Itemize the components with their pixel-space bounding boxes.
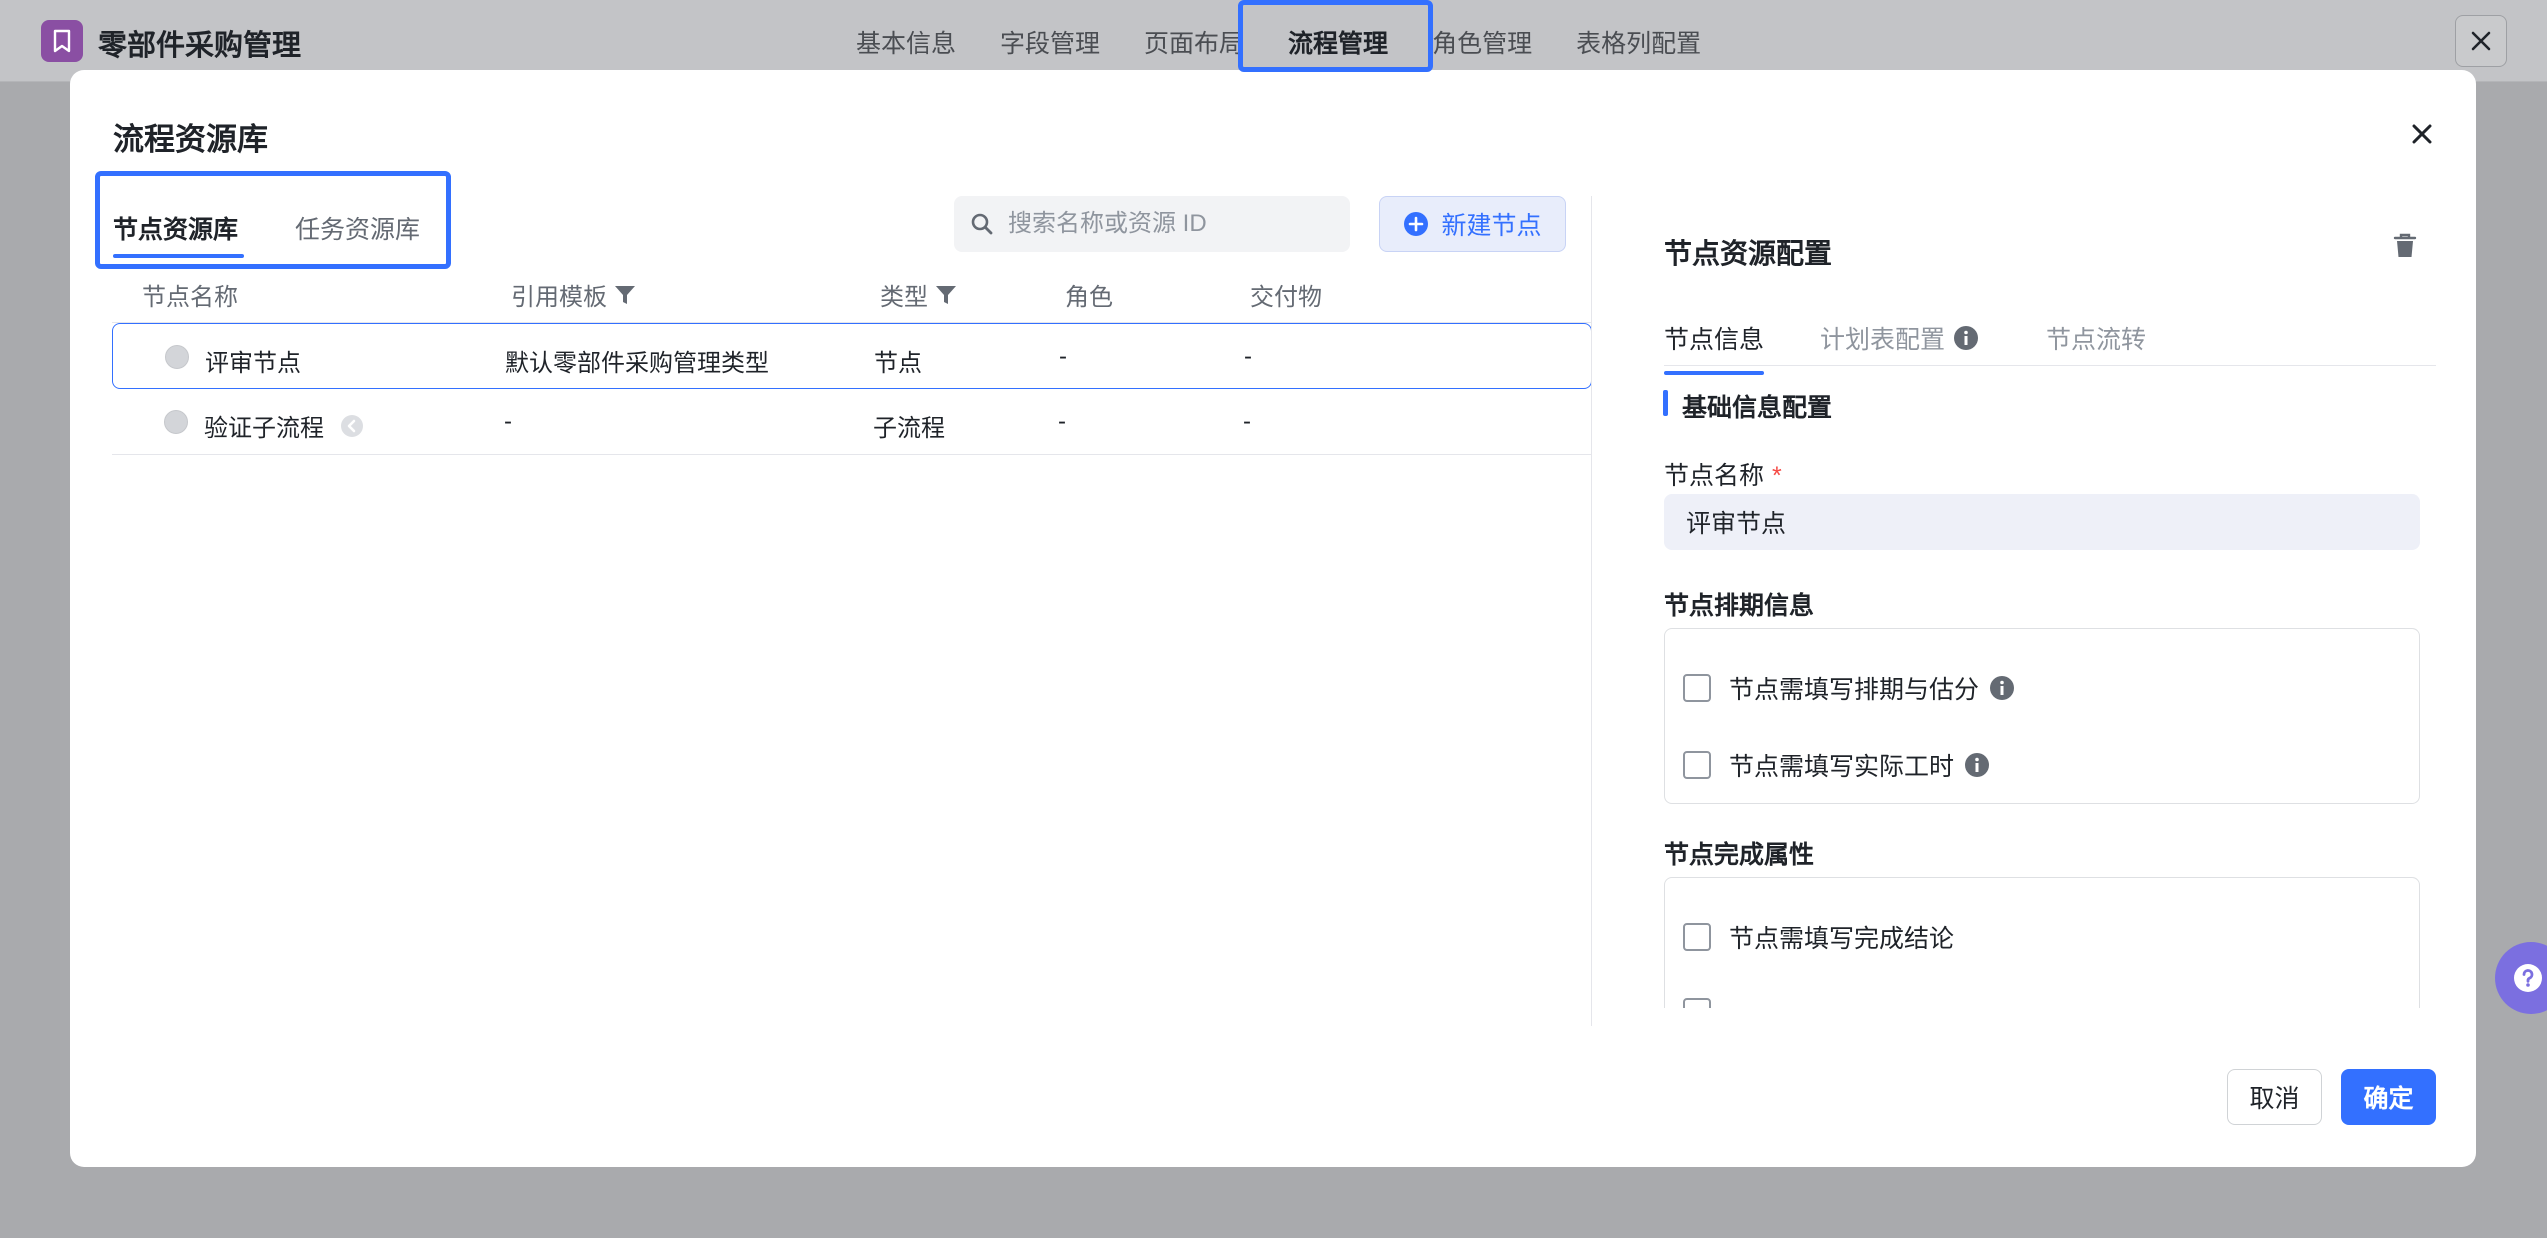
bookmark-icon: [53, 29, 71, 53]
cancel-button[interactable]: 取消: [2227, 1069, 2322, 1125]
modal-close-button[interactable]: [2404, 116, 2440, 152]
nav-basic-info[interactable]: 基本信息: [856, 24, 956, 60]
nav-field-management[interactable]: 字段管理: [1000, 24, 1100, 60]
modal-title: 流程资源库: [113, 122, 268, 157]
column-header-deliverable: 交付物: [1250, 284, 1322, 311]
info-icon: [1954, 326, 1979, 350]
panel-title: 节点资源配置: [1664, 238, 1833, 269]
panel-divider: [1591, 196, 1592, 1026]
search-field: [954, 196, 1350, 252]
column-header-template: 引用模板: [511, 277, 637, 312]
option-completion-conclusion[interactable]: 节点需填写完成结论: [1683, 919, 1954, 955]
delete-button[interactable]: [2392, 232, 2418, 265]
complete-group-title: 节点完成属性: [1664, 841, 1815, 869]
checkbox[interactable]: [1683, 674, 1711, 702]
close-icon: [2412, 124, 2432, 144]
section-accent-bar: [1663, 390, 1668, 416]
filter-icon[interactable]: [934, 283, 958, 307]
tab-node-info[interactable]: 节点信息: [1664, 320, 1765, 375]
node-name-input[interactable]: 评审节点: [1664, 494, 2420, 550]
cell-template: 默认零部件采购管理类型: [505, 350, 769, 377]
column-header-role: 角色: [1065, 284, 1113, 311]
panel-tabs: 节点信息 计划表配置 节点流转: [1664, 320, 2436, 375]
nav-page-layout[interactable]: 页面布局: [1144, 24, 1244, 60]
plus-circle-icon: [1404, 212, 1429, 236]
app-logo: [41, 20, 83, 62]
tabs-highlight-box: [95, 171, 451, 269]
cell-template: -: [504, 408, 512, 435]
nav-table-columns[interactable]: 表格列配置: [1576, 24, 1701, 60]
node-name-label: 节点名称 *: [1664, 462, 1782, 490]
close-icon: [2471, 31, 2491, 51]
help-button[interactable]: [2495, 942, 2547, 1014]
node-table: 节点名称 引用模板 类型 角色 交付物 评审节点 默认零部件采购管理类型 节点 …: [112, 259, 1592, 455]
row-radio[interactable]: [164, 410, 188, 434]
cell-role: -: [1059, 343, 1067, 370]
process-library-modal: 流程资源库 节点资源库 任务资源库 新建节点 节点名称 引用模板 类型 角色 交…: [70, 70, 2476, 1167]
schedule-group-title: 节点排期信息: [1664, 592, 1815, 620]
cell-type: 子流程: [873, 415, 945, 442]
panel-scroll-clip: [1630, 1008, 2450, 1038]
cell-name: 验证子流程: [204, 408, 364, 443]
trash-icon: [2393, 233, 2417, 257]
subflow-icon: [340, 414, 364, 438]
column-header-name: 节点名称: [142, 284, 238, 311]
filter-icon[interactable]: [613, 283, 637, 307]
search-input[interactable]: [1008, 210, 1328, 238]
nav-role-management[interactable]: 角色管理: [1432, 24, 1532, 60]
column-header-type: 类型: [880, 277, 958, 312]
option-schedule-estimate[interactable]: 节点需填写排期与估分: [1683, 670, 2015, 706]
search-icon: [971, 213, 993, 235]
table-row[interactable]: 评审节点 默认零部件采购管理类型 节点 - -: [112, 323, 1592, 389]
checkbox[interactable]: [1683, 751, 1711, 779]
table-row[interactable]: 验证子流程 - 子流程 - -: [112, 389, 1592, 455]
confirm-button[interactable]: 确定: [2341, 1069, 2436, 1125]
cell-name: 评审节点: [205, 350, 301, 377]
tab-node-flow[interactable]: 节点流转: [2046, 320, 2146, 356]
page-close-button[interactable]: [2455, 15, 2507, 67]
table-header: 节点名称 引用模板 类型 角色 交付物: [112, 259, 1592, 323]
help-icon: [2514, 964, 2542, 992]
cell-role: -: [1058, 408, 1066, 435]
new-node-label: 新建节点: [1441, 212, 1542, 240]
info-icon: [1965, 753, 1990, 777]
info-icon: [1990, 676, 2015, 700]
app-title: 零部件采购管理: [98, 30, 302, 62]
cell-deliverable: -: [1244, 343, 1252, 370]
option-actual-hours[interactable]: 节点需填写实际工时: [1683, 747, 1990, 783]
tab-schedule-config[interactable]: 计划表配置: [1820, 320, 1979, 356]
required-mark: *: [1772, 462, 1782, 490]
row-radio[interactable]: [165, 345, 189, 369]
cell-type: 节点: [874, 350, 922, 377]
section-title: 基础信息配置: [1682, 394, 1833, 422]
new-node-button[interactable]: 新建节点: [1379, 196, 1566, 252]
checkbox[interactable]: [1683, 923, 1711, 951]
cell-deliverable: -: [1243, 408, 1251, 435]
nav-highlight-box: [1238, 0, 1433, 72]
